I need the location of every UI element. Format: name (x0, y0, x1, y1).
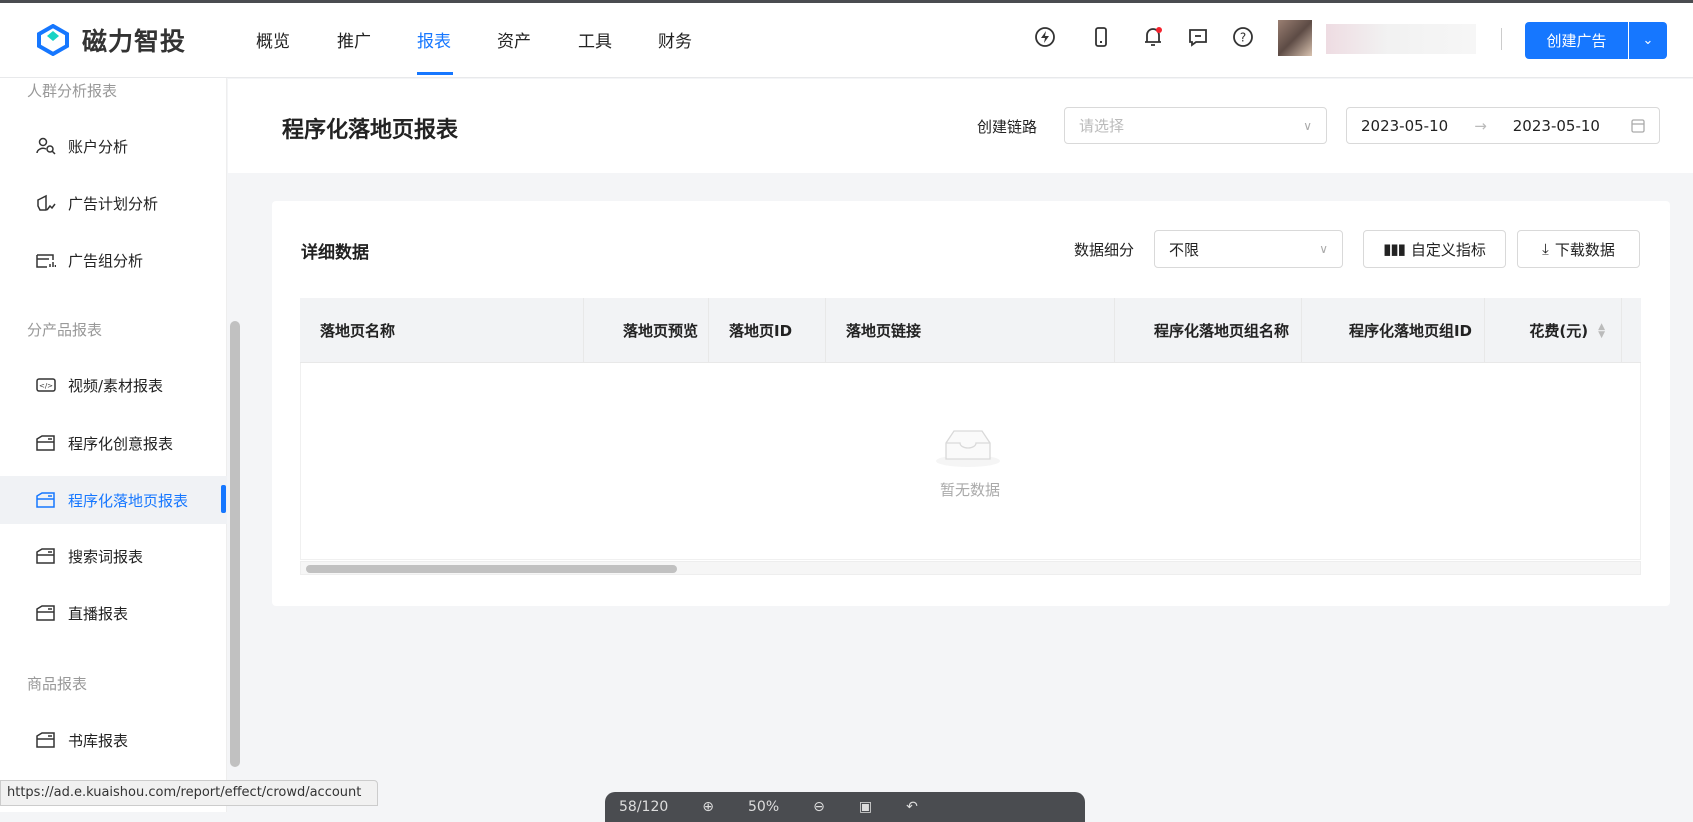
message-icon[interactable] (1187, 26, 1209, 48)
chain-placeholder: 请选择 (1079, 117, 1125, 135)
columns-icon: ▮▮▮ (1383, 240, 1406, 258)
bell-icon[interactable] (1142, 26, 1164, 48)
sidebar-scrollbar[interactable] (230, 321, 240, 767)
sidebar-item-label: 程序化创意报表 (68, 434, 174, 453)
sidebar-item-label: 搜索词报表 (68, 547, 144, 566)
download-icon: ⤓ (1542, 240, 1549, 258)
logo-icon (37, 24, 69, 56)
rotate-icon[interactable]: ↶ (906, 799, 918, 815)
nav-finance[interactable]: 财务 (658, 27, 692, 52)
help-icon[interactable]: ? (1232, 26, 1254, 48)
zoom-in-icon[interactable]: ⊕ (702, 799, 714, 815)
header-divider (1501, 28, 1502, 50)
sidebar-item-label: 广告计划分析 (68, 194, 159, 213)
folder-icon (36, 492, 55, 508)
nav-reports[interactable]: 报表 (417, 27, 451, 52)
column-header-group-name[interactable]: 程序化落地页组名称 (1115, 298, 1302, 363)
page-indicator: 58/120 (619, 799, 669, 815)
sidebar-item-video-material[interactable]: </> 视频/素材报表 (0, 362, 221, 408)
sidebar-item-live[interactable]: 直播报表 (0, 590, 221, 636)
nav-overview[interactable]: 概览 (256, 27, 290, 52)
nav-active-indicator (417, 72, 453, 75)
sidebar-active-indicator (221, 485, 226, 513)
sidebar-item-account-analysis[interactable]: 账户分析 (0, 123, 221, 169)
sidebar-item-campaign-analysis[interactable]: 广告计划分析 (0, 180, 221, 226)
sidebar-item-label: 书库报表 (68, 731, 129, 750)
lightning-icon[interactable] (1034, 26, 1056, 48)
date-range-picker[interactable]: 2023-05-10 → 2023-05-10 (1346, 107, 1660, 144)
chevron-down-icon: ∨ (1303, 118, 1312, 133)
user-search-icon (36, 137, 56, 155)
table-header: 落地页名称 落地页预览 落地页ID 落地页链接 程序化落地页组名称 程序化落地页… (300, 298, 1641, 363)
column-header-name[interactable]: 落地页名称 (300, 298, 584, 363)
fit-icon[interactable]: ▣ (859, 799, 872, 815)
viewer-toolbar: 58/120 ⊕ 50% ⊖ ▣ ↶ (605, 792, 1085, 822)
empty-text: 暂无数据 (940, 481, 1001, 499)
folder-icon (36, 732, 55, 748)
column-header-group-id[interactable]: 程序化落地页组ID (1302, 298, 1485, 363)
custom-metrics-label: 自定义指标 (1410, 240, 1486, 259)
create-ad-button[interactable]: 创建广告 (1525, 22, 1628, 59)
megaphone-chart-icon (37, 194, 56, 211)
chain-select[interactable]: 请选择 ∨ (1064, 107, 1327, 144)
sidebar-item-search-terms[interactable]: 搜索词报表 (0, 533, 221, 579)
chain-label: 创建链路 (977, 118, 1038, 136)
date-start[interactable]: 2023-05-10 (1361, 117, 1448, 135)
sort-icon[interactable]: ▲ ▼ (1598, 322, 1605, 339)
chevron-down-icon: ∨ (1319, 242, 1328, 256)
card-title: 详细数据 (301, 243, 369, 263)
folder-icon (36, 605, 55, 621)
arrow-right-icon: → (1474, 116, 1487, 135)
sidebar-section-crowd: 人群分析报表 (27, 82, 118, 100)
page-title: 程序化落地页报表 (282, 118, 459, 143)
user-name-blurred[interactable] (1326, 24, 1476, 54)
mobile-icon[interactable] (1090, 26, 1112, 48)
nav-promote[interactable]: 推广 (337, 27, 371, 52)
download-button[interactable]: ⤓ 下载数据 (1517, 230, 1640, 268)
svg-text:</>: </> (39, 382, 53, 390)
sidebar-item-adgroup-analysis[interactable]: 广告组分析 (0, 237, 221, 283)
chevron-down-icon: ⌄ (1642, 33, 1654, 48)
download-label: 下载数据 (1554, 240, 1615, 259)
sidebar-section-goods: 商品报表 (27, 675, 88, 693)
column-header-id[interactable]: 落地页ID (709, 298, 826, 363)
breakdown-label: 数据细分 (1074, 241, 1135, 259)
date-end[interactable]: 2023-05-10 (1513, 117, 1600, 135)
nav-assets[interactable]: 资产 (497, 27, 531, 52)
sidebar-section-product: 分产品报表 (27, 321, 103, 339)
sidebar-item-programmatic-landing-page[interactable]: 程序化落地页报表 (0, 476, 227, 524)
sidebar-item-book-library[interactable]: 书库报表 (0, 717, 221, 763)
empty-inbox-icon (936, 430, 1000, 467)
svg-text:?: ? (1240, 31, 1246, 45)
calendar-icon (1631, 119, 1645, 133)
sidebar-item-programmatic-creative[interactable]: 程序化创意报表 (0, 420, 221, 466)
breakdown-select[interactable]: 不限 ∨ (1154, 230, 1343, 268)
avatar[interactable] (1278, 20, 1312, 56)
nav-tools[interactable]: 工具 (578, 27, 612, 52)
zoom-level: 50% (748, 799, 780, 815)
scrollbar-thumb[interactable] (306, 565, 677, 573)
sidebar-item-label: 广告组分析 (68, 251, 144, 270)
sidebar-item-label: 直播报表 (68, 604, 129, 623)
folder-icon (36, 435, 55, 451)
custom-metrics-button[interactable]: ▮▮▮ 自定义指标 (1363, 230, 1506, 268)
status-url: https://ad.e.kuaishou.com/report/effect/… (0, 780, 378, 806)
sidebar-item-label: 程序化落地页报表 (68, 491, 189, 510)
breakdown-value: 不限 (1169, 240, 1200, 259)
folder-icon (36, 548, 55, 564)
sidebar-item-label: 账户分析 (68, 137, 129, 156)
zoom-out-icon[interactable]: ⊖ (813, 799, 825, 815)
column-header-preview[interactable]: 落地页预览 (584, 298, 709, 363)
column-header-link[interactable]: 落地页链接 (826, 298, 1115, 363)
sidebar-item-label: 视频/素材报表 (68, 376, 164, 395)
create-ad-dropdown-button[interactable]: ⌄ (1629, 22, 1667, 59)
cost-label: 花费(元) (1529, 322, 1589, 340)
code-icon: </> (36, 378, 56, 392)
column-header-cost[interactable]: 花费(元) ▲ ▼ (1485, 298, 1622, 363)
logo-text: 磁力智投 (82, 27, 187, 56)
folder-chart-icon (36, 254, 56, 268)
